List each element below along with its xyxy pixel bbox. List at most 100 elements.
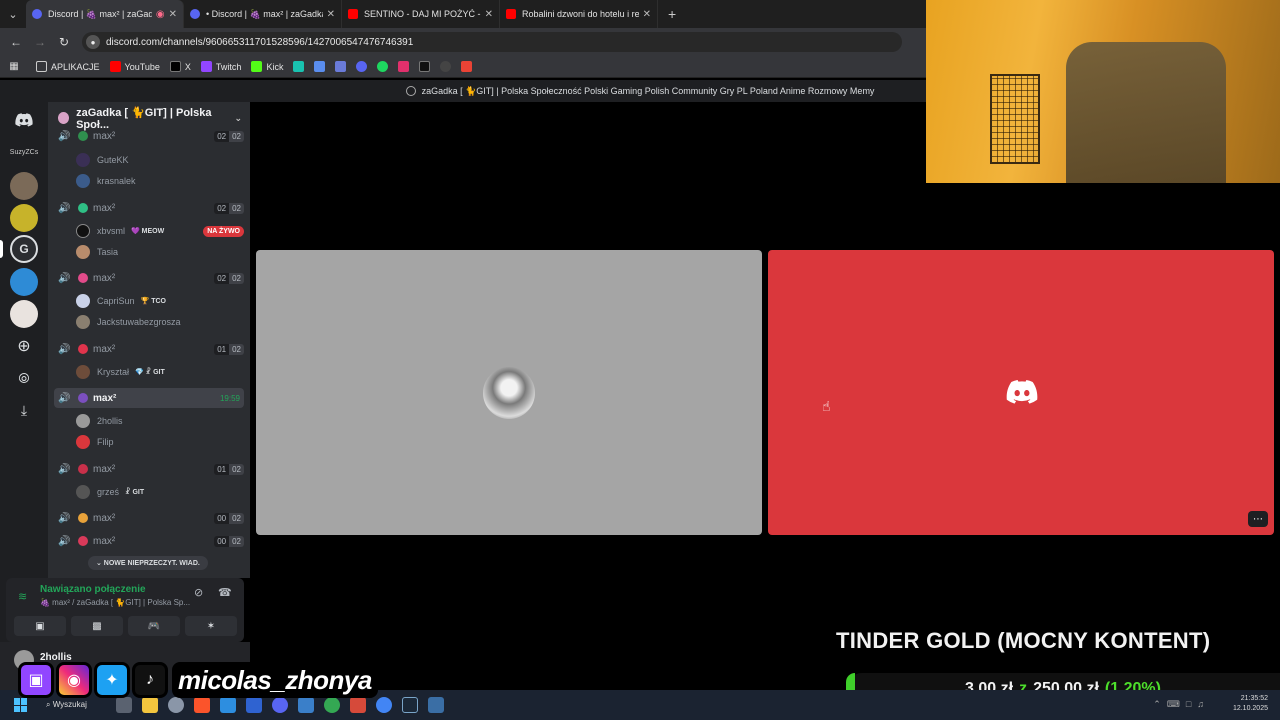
clock-date: 12.10.2025 [1232,705,1268,712]
voice-user[interactable]: xbvsml 💜 MEOW NA ŻYWO [76,221,244,241]
signal-strength-icon[interactable]: ≋ [18,590,27,603]
bookmark-game-icon[interactable] [335,61,347,72]
bookmark-spotify-icon[interactable] [377,61,389,72]
bookmark-twitch[interactable]: Twitch [200,61,241,72]
bookmark-x[interactable]: X [169,61,191,72]
twitch-logo-icon: ▣ [18,662,54,698]
instagram-logo-icon: ◉ [56,662,92,698]
user-name: xbvsml [97,226,126,236]
voice-user[interactable]: Kryształ 💎 ☧ GIT [76,362,244,382]
forward-arrow-icon[interactable]: → [28,35,52,49]
steam-icon[interactable] [402,697,418,713]
close-tab-icon[interactable]: ✕ [327,9,335,20]
voice-user[interactable]: CapriSun 🏆 TCO [76,291,244,311]
close-tab-icon[interactable]: ✕ [485,9,493,20]
voice-channel[interactable]: 🔊 max² 01 02 [54,339,244,359]
new-tab-button[interactable]: + [668,6,676,22]
add-server-icon[interactable]: ⊕ [10,332,38,360]
bookmark-kick[interactable]: Kick [251,61,283,72]
voice-user[interactable]: 2hollis [76,411,244,431]
bookmark-openai-icon[interactable] [440,61,452,72]
server-zagadka-icon[interactable]: G [10,235,38,263]
youtube-icon [109,61,121,72]
voice-connection-panel: ≋ Nawiązano połączenie 🍇 max² / zaGadka … [6,578,244,642]
bookmark-apps-folder[interactable]: APLIKACJE [36,61,100,72]
taskbar-clock[interactable]: 21:35:52 12.10.2025 [1233,694,1268,714]
server-icon[interactable] [10,300,38,328]
server-icon[interactable] [10,172,38,200]
tab-title: Robalini dzwoni do hotelu i rez [522,9,639,19]
server-icon[interactable] [10,268,38,296]
voice-channel[interactable]: 🔊 max² 02 02 [54,268,244,288]
screen-share-button[interactable]: ▩ [71,616,123,636]
kick-icon [251,61,263,72]
youtube-favicon-icon [506,9,516,19]
voice-user[interactable]: Tasia [76,242,244,262]
soundboard-button[interactable]: ✶ [185,616,237,636]
url-field[interactable]: ● discord.com/channels/96066531170152859… [82,32,902,52]
video-tile-2hollis[interactable] [256,250,762,535]
social-handle: micolas_zhonya [172,662,378,698]
close-tab-icon[interactable]: ✕ [643,9,651,20]
new-unread-messages-pill[interactable]: ⌄ NOWE NIEPRZECZYT. WIAD. [88,556,208,570]
chrome-icon[interactable] [376,697,392,713]
discover-compass-icon[interactable]: ⦾ [10,364,38,392]
user-count: 01 02 [214,463,244,475]
voice-channel[interactable]: 🔊 max² 00 02 [54,508,244,528]
site-info-icon[interactable]: ● [86,35,100,49]
system-tray-icons[interactable]: ⌃⌨□♫ [1153,699,1210,710]
bookmark-tt-icon[interactable] [293,61,305,72]
user-count: 01 02 [214,343,244,355]
tab-title: SENTINO - DAJ MI POŻYĆ - You [364,9,481,19]
discord-home-icon[interactable] [10,106,38,134]
voice-channel[interactable]: 🔊 max² 02 02 [54,128,244,144]
voice-channel-path[interactable]: 🍇 max² / zaGadka [ 🐈GIT] | Polska Sp... [40,598,190,607]
channel-name: max² [93,202,116,214]
close-tab-icon[interactable]: ✕ [169,9,177,20]
server-badge-icon [58,112,70,124]
tab-search-icon[interactable]: ⌄ [0,0,26,28]
shield-icon[interactable] [428,697,444,713]
bookmark-sync-icon[interactable] [314,61,326,72]
video-tile-filip[interactable]: ⋯ [768,250,1274,535]
user-count: 00 02 [214,535,244,547]
activities-button[interactable]: 🎮 [128,616,180,636]
browser-tab-3[interactable]: SENTINO - DAJ MI POŻYĆ - You ✕ [342,0,500,28]
chevron-down-icon[interactable]: ⌄ [234,113,242,124]
bookmark-youtube[interactable]: YouTube [109,61,160,72]
channel-emoji-icon [78,464,88,474]
user-tag: 💜 MEOW [131,228,165,235]
bookmark-discord-icon[interactable] [356,61,368,72]
voice-user[interactable]: GuteKK [76,150,244,170]
voice-channel[interactable]: 🔊 max² 00 02 [54,531,244,551]
browser-tab-1[interactable]: Discord | 🍇 max² | zaGadk ◉ ✕ [26,0,184,28]
voice-user[interactable]: Filip [76,432,244,452]
reload-icon[interactable]: ↻ [52,35,76,49]
server-name: zaGadka [ 🐈GIT] | Polska Społ... [76,106,212,131]
voice-user[interactable]: krasnalek [76,171,244,191]
browser-tab-4[interactable]: Robalini dzwoni do hotelu i rez ✕ [500,0,658,28]
voice-user[interactable]: grześ ☧ GIT [76,482,244,502]
disconnect-phone-icon[interactable]: ☎ [218,586,232,599]
server-icon[interactable] [10,204,38,232]
voice-channel-selected[interactable]: 🔊 max² 19:59 [54,388,244,408]
channel-name: max² [93,392,117,404]
channel-name: max² [93,535,116,547]
camera-off-button[interactable]: ▣ [14,616,66,636]
noise-suppression-icon[interactable]: ⊘ [194,586,203,599]
tab-audio-icon[interactable]: ◉ [156,9,165,20]
bookmark-gmail-icon[interactable] [461,61,473,72]
bookmark-tiktok-icon[interactable] [419,61,431,72]
url-text: discord.com/channels/960665311701528596/… [106,36,414,48]
apps-grid-icon[interactable]: ▦ [2,61,26,72]
voice-user[interactable]: Jackstuwabezgrosza [76,312,244,332]
more-options-icon[interactable]: ⋯ [1248,511,1268,527]
voice-channel[interactable]: 🔊 max² 01 02 [54,459,244,479]
voice-channel[interactable]: 🔊 max² 02 02 [54,198,244,218]
download-apps-icon[interactable]: ⤓ [10,396,38,424]
bookmark-instagram-icon[interactable] [398,61,410,72]
back-arrow-icon[interactable]: ← [4,35,28,49]
browser-tab-2[interactable]: • Discord | 🍇 max² | zaGadka ✕ [184,0,342,28]
webcam-scene [990,74,1040,164]
live-badge[interactable]: NA ŻYWO [203,225,244,237]
